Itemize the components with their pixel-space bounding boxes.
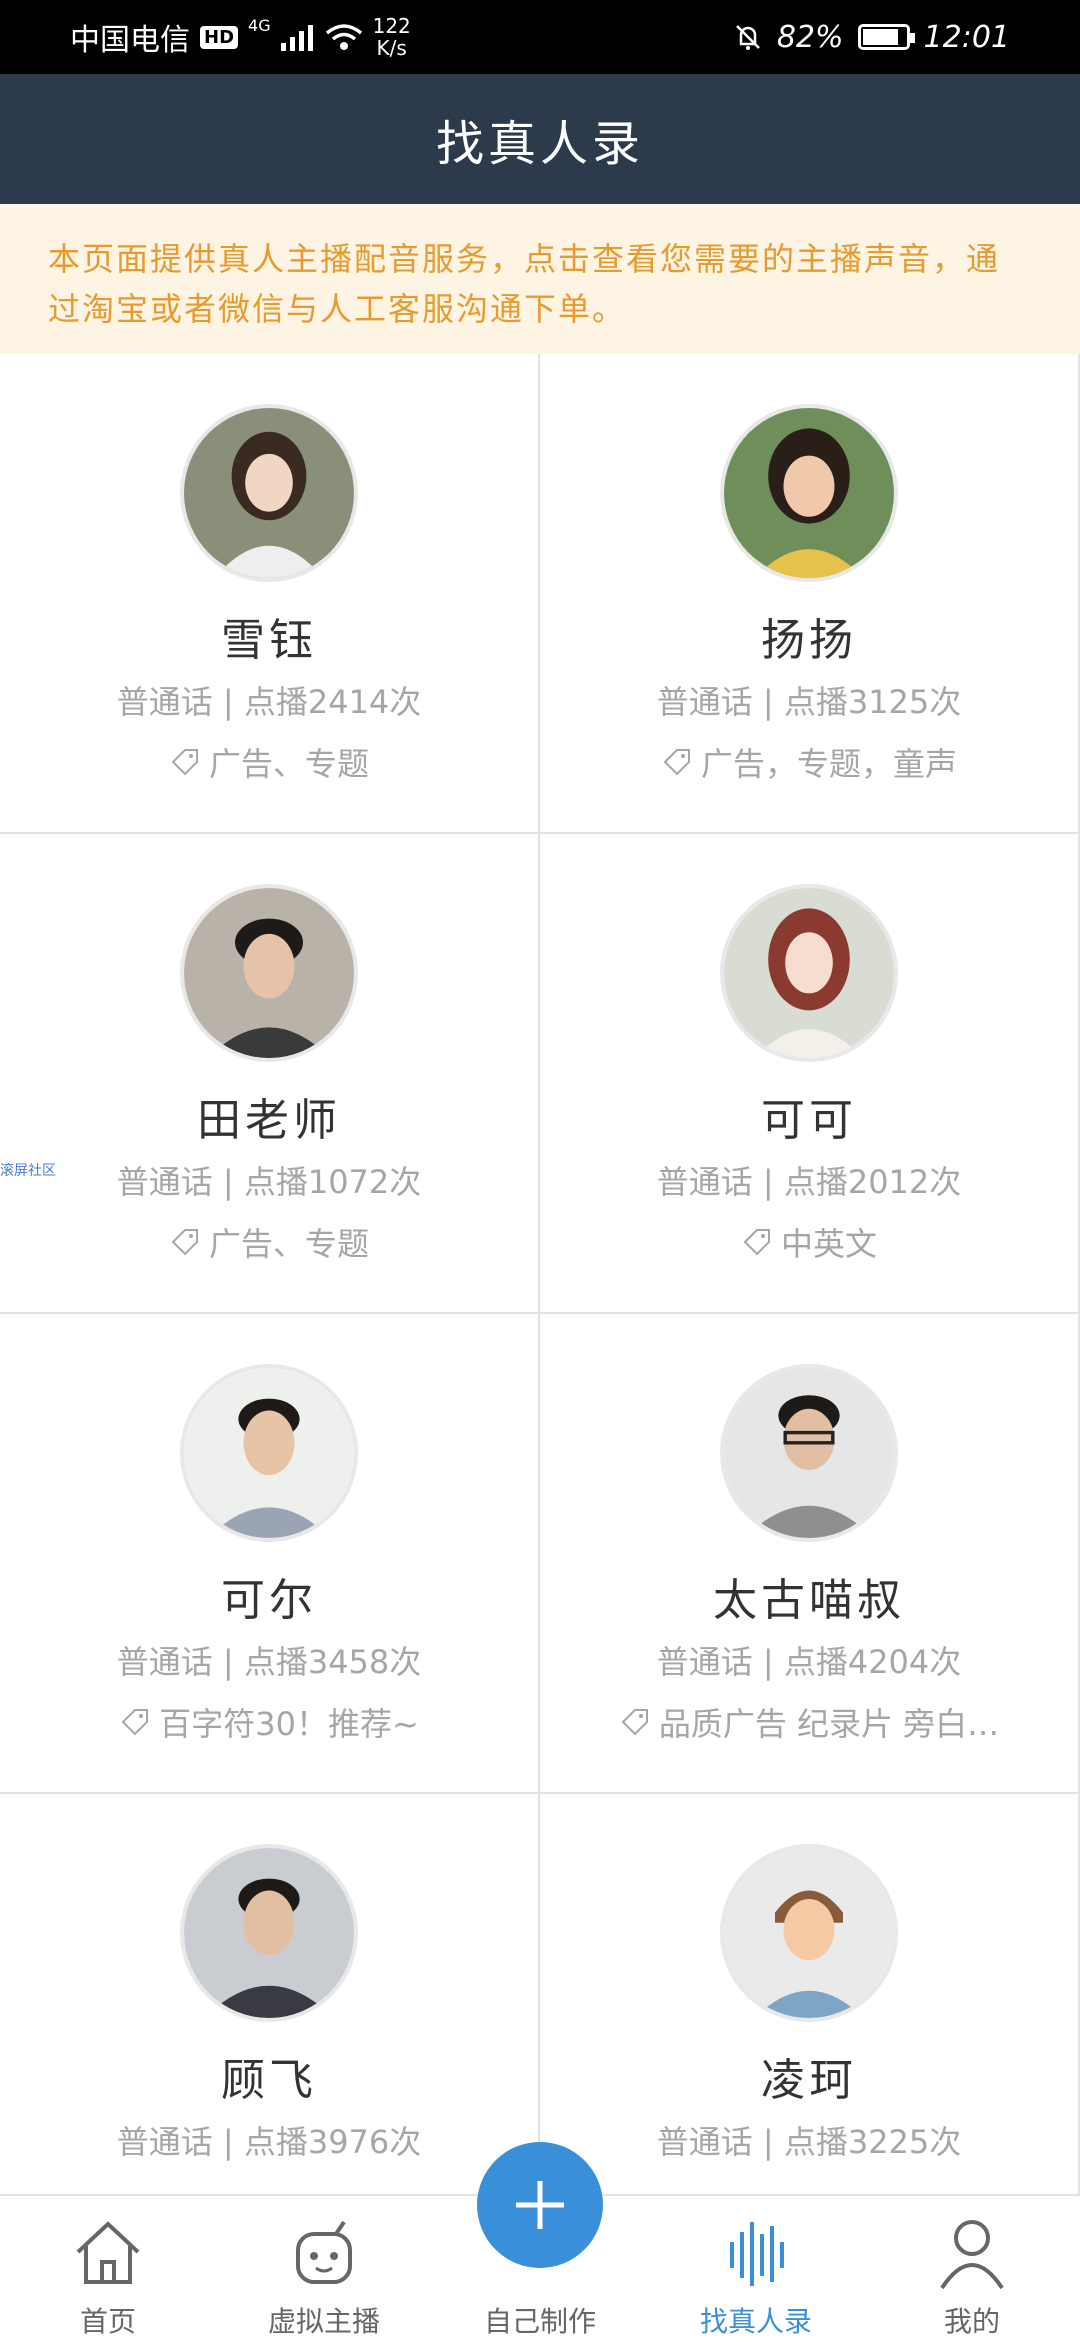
status-bar: 中国电信 HD 4G 122 K/s 82% 12:01 [0,0,1080,74]
clock: 12:01 [923,19,1010,55]
status-left: 中国电信 HD 4G 122 K/s [70,0,411,74]
tab-label: 虚拟主播 [267,2305,380,2338]
tag-icon [743,1229,770,1256]
host-name: 顾飞 [221,2055,317,2106]
tag-icon [171,1229,198,1256]
host-avatar [720,1844,898,2022]
host-tags: 百字符30！推荐~ [0,1699,538,1745]
page-title: 找真人录 [435,116,644,172]
host-meta: 普通话 | 点播2012次 [656,1163,962,1201]
host-tags: 广告、专题 [0,1219,538,1265]
host-meta: 普通话 | 点播3976次 [116,2123,422,2161]
host-meta: 普通话 | 点播3458次 [116,1643,422,1681]
mute-bell-icon [735,25,760,50]
header-bar: 找真人录 [0,74,1080,204]
host-tags-text: 中英文 [780,1225,877,1263]
battery-percent: 82% [776,19,844,55]
host-tags-text: 百字符30！推荐~ [159,1705,419,1743]
host-card[interactable]: 可尔 普通话 | 点播3458次 百字符30！推荐~ [0,1314,540,1794]
host-tags: 品质广告 纪录片 旁白… [540,1699,1078,1745]
host-avatar [180,884,358,1062]
host-name: 太古喵叔 [713,1575,905,1626]
tab-virtual-host[interactable]: 虚拟主播 [216,2196,432,2342]
host-avatar [180,1364,358,1542]
tag-icon [121,1709,149,1736]
host-tags: 中英文 [540,1219,1078,1265]
wifi-icon [325,24,362,50]
host-meta: 普通话 | 点播4204次 [656,1643,962,1681]
host-avatar [720,404,898,582]
host-meta: 普通话 | 点播2414次 [116,683,422,721]
tab-label: 找真人录 [699,2305,812,2338]
speed-value: 122 [372,14,411,38]
host-card[interactable]: 顾飞 普通话 | 点播3976次 [0,1794,540,2194]
signal-icon [280,25,313,51]
tab-label: 首页 [79,2305,136,2338]
host-meta: 普通话 | 点播3225次 [656,2123,962,2161]
host-avatar [180,1844,358,2022]
host-card[interactable]: 田老师 普通话 | 点播1072次 广告、专题 [0,834,540,1314]
host-grid: 雪钰 普通话 | 点播2414次 广告、专题 扬扬 普通话 | 点播3125次 … [0,354,1080,2194]
tag-icon [171,749,198,776]
speed-unit: K/s [376,36,407,60]
create-fab-button[interactable] [477,2142,603,2268]
host-meta: 普通话 | 点播1072次 [116,1163,422,1201]
host-avatar [720,884,898,1062]
service-notice: 本页面提供真人主播配音服务，点击查看您需要的主播声音，通过淘宝或者微信与人工客服… [0,204,1080,354]
tab-real-recording[interactable]: 找真人录 [648,2196,864,2342]
status-right: 82% 12:01 [733,0,1010,74]
tab-home[interactable]: 首页 [0,2196,216,2342]
robot-icon [296,2220,352,2284]
battery-icon [857,24,915,50]
tag-icon [621,1709,648,1736]
home-icon [76,2221,140,2284]
person-icon [940,2220,1004,2290]
side-watermark: 滚屏社区 [0,1163,56,1179]
sound-wave-icon [730,2222,784,2286]
tab-label: 自己制作 [483,2305,596,2338]
host-tags-text: 广告、专题 [208,745,369,783]
host-card[interactable]: 雪钰 普通话 | 点播2414次 广告、专题 [0,354,540,834]
host-tags: 广告、专题 [0,739,538,785]
host-meta: 普通话 | 点播3125次 [656,683,962,721]
host-name: 可尔 [221,1575,317,1626]
host-card[interactable]: 太古喵叔 普通话 | 点播4204次 品质广告 纪录片 旁白… [540,1314,1080,1794]
plus-icon [516,2181,564,2229]
tag-icon [663,749,690,776]
host-name: 雪钰 [221,615,317,666]
host-name: 可可 [761,1095,857,1146]
net-speed: 122 K/s [373,15,411,59]
host-avatar [720,1364,898,1542]
host-name: 田老师 [197,1095,341,1146]
host-avatar [180,404,358,582]
carrier-label: 中国电信 [70,23,190,58]
host-tags: 广告，专题，童声 [540,739,1078,785]
host-card[interactable]: 扬扬 普通话 | 点播3125次 广告，专题，童声 [540,354,1080,834]
host-card[interactable]: 凌珂 普通话 | 点播3225次 [540,1794,1080,2194]
tab-mine[interactable]: 我的 [864,2196,1080,2342]
host-tags-text: 广告，专题，童声 [700,745,957,783]
host-tags-text: 品质广告 纪录片 旁白… [658,1705,1000,1743]
host-tags-text: 广告、专题 [208,1225,369,1263]
host-name: 扬扬 [761,615,857,666]
network-label: 4G [248,16,271,35]
host-name: 凌珂 [761,2055,857,2106]
tab-label: 我的 [943,2305,1000,2338]
hd-badge: HD [200,25,239,49]
host-card[interactable]: 可可 普通话 | 点播2012次 中英文 [540,834,1080,1314]
